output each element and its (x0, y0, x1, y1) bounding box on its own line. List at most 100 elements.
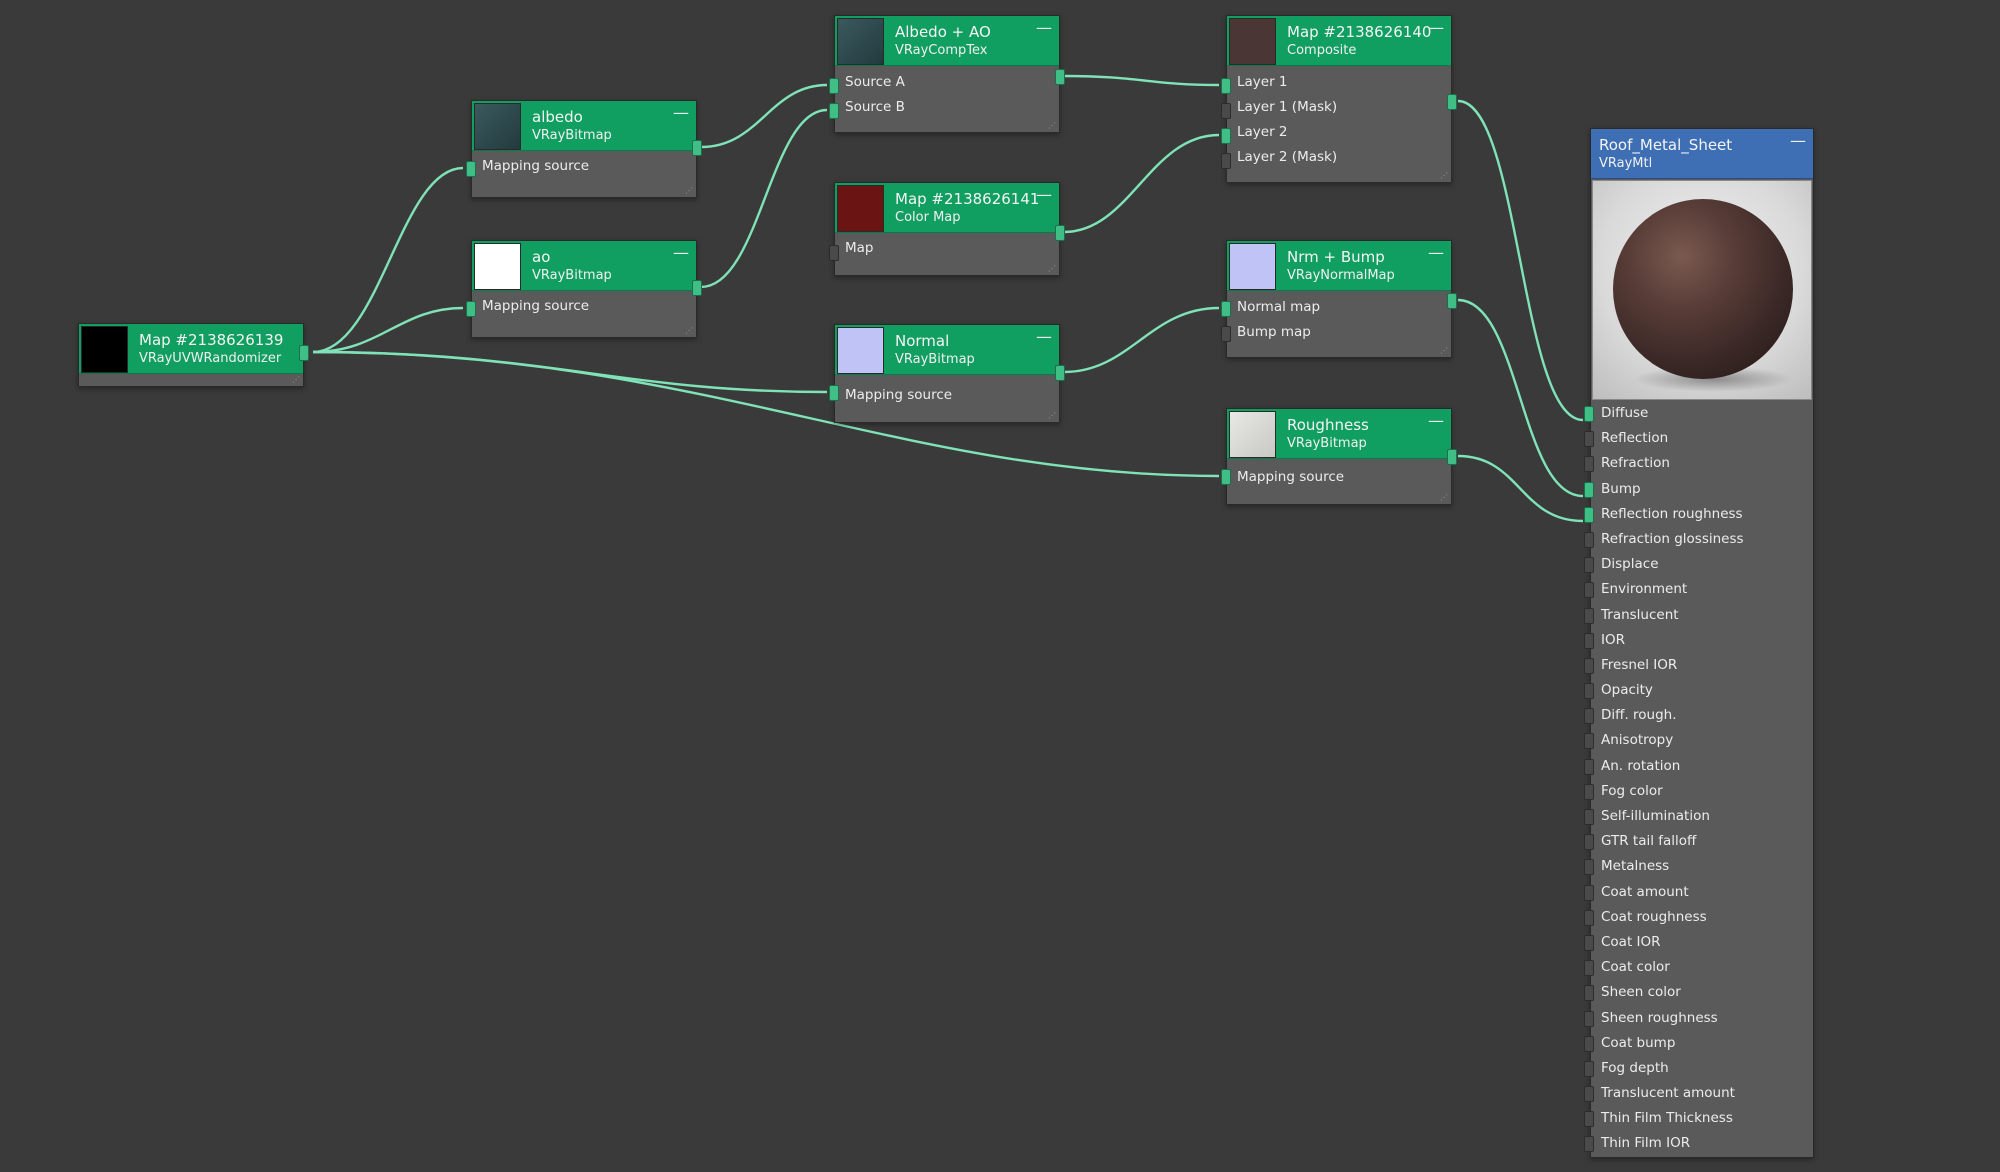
input-port[interactable] (1584, 531, 1594, 548)
output-port[interactable] (692, 140, 702, 156)
slot-mapping-source[interactable]: Mapping source (472, 294, 696, 319)
resize-grip-icon[interactable]: ⋰ (685, 187, 693, 195)
slot-self-illumination[interactable]: Self-illumination (1584, 804, 1813, 829)
slot-refraction-glossiness[interactable]: Refraction glossiness (1584, 527, 1813, 552)
slot-coat-color[interactable]: Coat color (1584, 955, 1813, 980)
resize-grip-icon[interactable]: ⋰ (1048, 122, 1056, 130)
node-uvw-randomizer[interactable]: Map #2138626139 VRayUVWRandomizer ⋰ (78, 323, 309, 387)
node-header[interactable]: Roughness VRayBitmap — (1227, 409, 1451, 459)
node-header[interactable]: Map #2138626139 VRayUVWRandomizer (79, 324, 303, 374)
slot-map[interactable]: Map (835, 236, 1059, 261)
node-header[interactable]: Map #2138626141 Color Map — (835, 183, 1059, 233)
slot-fog-depth[interactable]: Fog depth (1584, 1056, 1813, 1081)
input-port[interactable] (1584, 607, 1594, 624)
slot-thin-film-ior[interactable]: Thin Film IOR (1584, 1131, 1813, 1156)
resize-grip-icon[interactable]: ⋰ (1048, 412, 1056, 420)
slot-diff-rough[interactable]: Diff. rough. (1584, 703, 1813, 728)
input-port[interactable] (1584, 456, 1594, 473)
output-port[interactable] (1055, 69, 1065, 85)
node-roughness-bitmap[interactable]: Roughness VRayBitmap — Mapping source ⋰ (1221, 408, 1457, 505)
input-port[interactable] (1584, 934, 1594, 951)
input-port[interactable] (1584, 582, 1594, 599)
slot-mapping-source[interactable]: Mapping source (472, 154, 696, 179)
input-port[interactable] (1584, 1136, 1594, 1153)
slot-source-b[interactable]: Source B (835, 95, 1059, 120)
input-port-mapping-source[interactable] (466, 161, 476, 177)
minimize-icon[interactable]: — (1789, 133, 1807, 151)
slot-diffuse[interactable]: Diffuse (1584, 401, 1813, 426)
slot-refraction[interactable]: Refraction (1584, 451, 1813, 476)
output-port[interactable] (299, 345, 309, 361)
input-port-mapping-source[interactable] (1221, 469, 1231, 485)
slot-reflection[interactable]: Reflection (1584, 426, 1813, 451)
output-port[interactable] (1447, 94, 1457, 110)
slot-layer-1-mask[interactable]: Layer 1 (Mask) (1227, 95, 1451, 120)
slot-coat-ior[interactable]: Coat IOR (1584, 930, 1813, 955)
slot-an-rotation[interactable]: An. rotation (1584, 754, 1813, 779)
slot-anisotropy[interactable]: Anisotropy (1584, 728, 1813, 753)
input-port-source-b[interactable] (829, 103, 839, 119)
slot-layer-2[interactable]: Layer 2 (1227, 120, 1451, 145)
output-port[interactable] (1447, 293, 1457, 309)
slot-layer-2-mask[interactable]: Layer 2 (Mask) (1227, 145, 1451, 170)
input-port[interactable] (1584, 960, 1594, 977)
minimize-icon[interactable]: — (1035, 329, 1053, 347)
input-port[interactable] (1584, 1035, 1594, 1052)
node-color-map[interactable]: Map #2138626141 Color Map — Map ⋰ (829, 182, 1065, 276)
resize-grip-icon[interactable]: ⋰ (1440, 494, 1448, 502)
slot-sheen-color[interactable]: Sheen color (1584, 980, 1813, 1005)
input-port[interactable] (1584, 1111, 1594, 1128)
resize-grip-icon[interactable]: ⋰ (1440, 347, 1448, 355)
input-port-source-a[interactable] (829, 78, 839, 94)
slot-sheen-roughness[interactable]: Sheen roughness (1584, 1006, 1813, 1031)
output-port[interactable] (692, 280, 702, 296)
node-header[interactable]: Nrm + Bump VRayNormalMap — (1227, 241, 1451, 291)
minimize-icon[interactable]: — (1427, 20, 1445, 38)
input-port-layer-1[interactable] (1221, 78, 1231, 94)
node-header[interactable]: Normal VRayBitmap — (835, 325, 1059, 375)
input-port[interactable] (1584, 884, 1594, 901)
slot-environment[interactable]: Environment (1584, 577, 1813, 602)
input-port[interactable] (1584, 506, 1594, 523)
node-header[interactable]: Albedo + AO VRayCompTex — (835, 16, 1059, 66)
slot-thin-film-thickness[interactable]: Thin Film Thickness (1584, 1106, 1813, 1131)
input-port-layer-2[interactable] (1221, 128, 1231, 144)
slot-layer-1[interactable]: Layer 1 (1227, 70, 1451, 95)
slot-coat-roughness[interactable]: Coat roughness (1584, 905, 1813, 930)
input-port-layer-1-mask[interactable] (1221, 103, 1231, 119)
node-header[interactable]: Map #2138626140 Composite — (1227, 16, 1451, 66)
resize-grip-icon[interactable]: ⋰ (685, 327, 693, 335)
node-normal-bitmap[interactable]: Normal VRayBitmap — Mapping source ⋰ (829, 324, 1065, 423)
slot-bump[interactable]: Bump (1584, 477, 1813, 502)
input-port[interactable] (1584, 683, 1594, 700)
slot-coat-amount[interactable]: Coat amount (1584, 880, 1813, 905)
slot-translucent[interactable]: Translucent (1584, 603, 1813, 628)
node-ao-bitmap[interactable]: ao VRayBitmap — Mapping source ⋰ (466, 240, 702, 338)
minimize-icon[interactable]: — (672, 105, 690, 123)
resize-grip-icon[interactable]: ⋰ (292, 376, 300, 384)
minimize-icon[interactable]: — (1035, 187, 1053, 205)
slot-gtr-tail-falloff[interactable]: GTR tail falloff (1584, 829, 1813, 854)
slot-displace[interactable]: Displace (1584, 552, 1813, 577)
input-port[interactable] (1584, 985, 1594, 1002)
input-port[interactable] (1584, 783, 1594, 800)
input-port-normal-map[interactable] (1221, 301, 1231, 317)
input-port-bump-map[interactable] (1221, 326, 1231, 342)
slot-fog-color[interactable]: Fog color (1584, 779, 1813, 804)
node-composite[interactable]: Map #2138626140 Composite — Layer 1 Laye… (1221, 15, 1457, 183)
input-port-mapping-source[interactable] (829, 385, 839, 401)
slot-coat-bump[interactable]: Coat bump (1584, 1031, 1813, 1056)
slot-source-a[interactable]: Source A (835, 70, 1059, 95)
input-port[interactable] (1584, 909, 1594, 926)
input-port[interactable] (1584, 708, 1594, 725)
input-port-mapping-source[interactable] (466, 301, 476, 317)
node-header[interactable]: albedo VRayBitmap — (472, 101, 696, 151)
input-port[interactable] (1584, 834, 1594, 851)
input-port[interactable] (1584, 733, 1594, 750)
slot-mapping-source[interactable]: Mapping source (835, 383, 1059, 408)
input-port[interactable] (1584, 809, 1594, 825)
input-port[interactable] (1584, 758, 1594, 775)
input-port-layer-2-mask[interactable] (1221, 153, 1231, 169)
output-port[interactable] (1055, 225, 1065, 241)
slot-ior[interactable]: IOR (1584, 628, 1813, 653)
